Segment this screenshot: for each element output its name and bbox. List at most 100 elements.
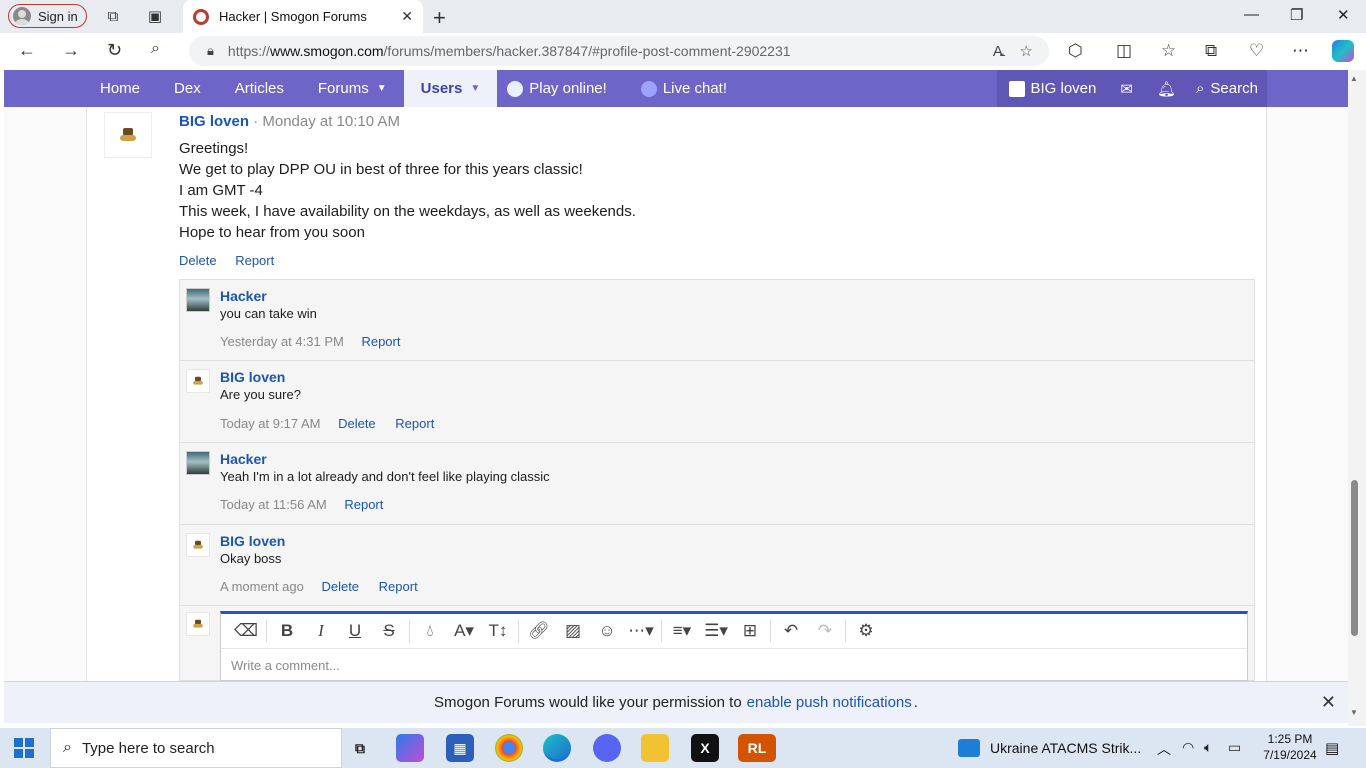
post-report-link[interactable]: Report xyxy=(235,253,274,268)
file-explorer-icon[interactable] xyxy=(641,734,669,762)
nav-play-online[interactable]: Play online! xyxy=(497,70,624,107)
url-bar[interactable]: 🔒︎ https:// www.smogon.com /forums/membe… xyxy=(189,36,1049,66)
comment-report-link[interactable]: Report xyxy=(379,579,418,594)
refresh-icon[interactable]: ↻ xyxy=(107,40,122,61)
wifi-icon[interactable]: ◠ xyxy=(1182,739,1194,756)
task-view-icon[interactable]: ⧉ xyxy=(346,734,374,762)
close-icon[interactable]: ✕ xyxy=(1321,692,1336,713)
commenter-avatar[interactable] xyxy=(186,533,210,557)
taskbar-clock[interactable]: 1:25 PM 7/19/2024 xyxy=(1255,731,1325,763)
chrome-icon[interactable] xyxy=(495,734,523,762)
comment-input[interactable]: Write a comment... xyxy=(221,648,1247,681)
discord-taskbar-icon[interactable] xyxy=(593,734,621,762)
list-icon[interactable]: ☰▾ xyxy=(699,616,733,646)
minimize-icon[interactable]: — xyxy=(1244,6,1259,23)
window-close-icon[interactable]: ✕ xyxy=(1337,6,1350,24)
comment-time[interactable]: Today at 11:56 AM xyxy=(220,497,327,512)
nav-account[interactable]: BIG loven xyxy=(997,70,1109,107)
enable-push-link[interactable]: enable push notifications xyxy=(747,694,912,711)
chevron-down-icon[interactable]: ▼ xyxy=(470,83,480,94)
nav-users[interactable]: Users ▼ xyxy=(403,70,498,107)
scrollbar-thumb[interactable] xyxy=(1351,480,1358,636)
nav-dex[interactable]: Dex xyxy=(157,70,218,107)
image-icon[interactable]: ▨ xyxy=(556,616,590,646)
nav-home[interactable]: Home xyxy=(83,70,157,107)
commenter-avatar[interactable] xyxy=(186,369,210,393)
redo-icon[interactable]: ↷ xyxy=(808,616,842,646)
volume-icon[interactable]: 🔈︎ xyxy=(1204,739,1212,756)
battery-icon[interactable]: ▭ xyxy=(1228,739,1241,756)
nav-live-chat[interactable]: Live chat! xyxy=(624,70,744,107)
comment-time[interactable]: A moment ago xyxy=(220,579,304,594)
copilot-icon[interactable] xyxy=(1332,40,1354,62)
favorites-icon[interactable]: ☆ xyxy=(1161,41,1176,61)
post-delete-link[interactable]: Delete xyxy=(179,253,217,268)
post-author-avatar[interactable] xyxy=(104,112,152,158)
strikethrough-icon[interactable]: S xyxy=(372,616,406,646)
back-icon[interactable]: ← xyxy=(18,40,36,61)
scroll-up-icon[interactable]: ▲ xyxy=(1350,74,1358,83)
commenter-name[interactable]: Hacker xyxy=(220,288,267,304)
chevron-down-icon[interactable]: ▼ xyxy=(377,83,387,94)
collections-icon[interactable]: ⧉ xyxy=(1205,41,1217,61)
windows-start-icon[interactable] xyxy=(14,738,34,758)
browser-essentials-icon[interactable]: ♡ xyxy=(1249,41,1264,61)
rl-app-icon[interactable]: RL xyxy=(738,734,776,762)
new-tab-icon[interactable]: + xyxy=(433,5,446,31)
tab-active[interactable]: Hacker | Smogon Forums ✕ xyxy=(183,0,423,33)
comment-report-link[interactable]: Report xyxy=(361,334,400,349)
settings-icon[interactable]: ⚙ xyxy=(849,616,883,646)
commenter-name[interactable]: BIG loven xyxy=(220,533,285,549)
post-author-name[interactable]: BIG loven xyxy=(179,113,249,130)
x-app-icon[interactable]: X xyxy=(691,734,719,762)
nav-search-button[interactable]: ⌕ Search xyxy=(1179,70,1267,107)
table-icon[interactable]: ⊞ xyxy=(733,616,767,646)
split-screen-icon[interactable]: ◫ xyxy=(1116,41,1132,61)
italic-icon[interactable]: I xyxy=(304,616,338,646)
news-widget[interactable]: Ukraine ATACMS Strik... xyxy=(958,728,1141,768)
copilot-taskbar-icon[interactable] xyxy=(396,734,424,762)
comment-time[interactable]: Yesterday at 4:31 PM xyxy=(220,334,344,349)
inbox-icon[interactable]: ✉ xyxy=(1108,70,1145,107)
commenter-name[interactable]: Hacker xyxy=(220,451,267,467)
tab-actions-icon[interactable]: ▣ xyxy=(145,6,165,26)
emoji-icon[interactable]: ☺ xyxy=(590,616,624,646)
forward-icon[interactable]: → xyxy=(62,40,80,61)
more-menu-icon[interactable]: ⋯ xyxy=(1292,41,1309,61)
font-family-icon[interactable]: A▾ xyxy=(447,616,481,646)
undo-icon[interactable]: ↶ xyxy=(774,616,808,646)
notification-center-icon[interactable]: ▤ xyxy=(1325,739,1339,757)
color-icon[interactable]: 💧︎ xyxy=(413,616,447,646)
restore-icon[interactable]: ❐ xyxy=(1290,6,1303,24)
more-icon[interactable]: ⋯▾ xyxy=(624,616,658,646)
comment-delete-link[interactable]: Delete xyxy=(338,416,376,431)
store-icon[interactable]: ▦ xyxy=(446,734,474,762)
edge-icon[interactable] xyxy=(543,734,571,762)
link-icon[interactable]: 🔗︎ xyxy=(522,616,556,646)
underline-icon[interactable]: U xyxy=(338,616,372,646)
taskbar-search[interactable]: ⌕ Type here to search xyxy=(50,728,342,768)
comment-time[interactable]: Today at 9:17 AM xyxy=(220,416,320,431)
commenter-avatar[interactable] xyxy=(186,451,210,475)
comment-report-link[interactable]: Report xyxy=(344,497,383,512)
eraser-icon[interactable]: ⌫ xyxy=(229,616,263,646)
read-aloud-favorite-icons[interactable]: A꜡ ☆ xyxy=(993,42,1033,60)
search-icon[interactable]: ⌕ xyxy=(151,40,160,58)
comment-delete-link[interactable]: Delete xyxy=(321,579,359,594)
show-hidden-icons-icon[interactable]: ︿ xyxy=(1157,739,1171,759)
comment-report-link[interactable]: Report xyxy=(395,416,434,431)
extensions-icon[interactable]: ⬡ xyxy=(1068,41,1083,61)
align-icon[interactable]: ≡▾ xyxy=(665,616,699,646)
post-timestamp[interactable]: · Monday at 10:10 AM xyxy=(253,113,400,130)
bold-icon[interactable]: B xyxy=(270,616,304,646)
commenter-avatar[interactable] xyxy=(186,288,210,312)
font-size-icon[interactable]: T↕ xyxy=(481,616,515,646)
nav-articles[interactable]: Articles xyxy=(218,70,301,107)
commenter-name[interactable]: BIG loven xyxy=(220,369,285,385)
lock-icon[interactable]: 🔒︎ xyxy=(207,43,214,59)
sign-in-button[interactable]: Sign in xyxy=(8,4,87,28)
scroll-down-icon[interactable]: ▼ xyxy=(1350,708,1358,717)
close-tab-icon[interactable]: ✕ xyxy=(401,8,413,25)
nav-forums[interactable]: Forums ▼ xyxy=(301,70,404,107)
workspaces-icon[interactable]: ⧉ xyxy=(103,6,123,26)
